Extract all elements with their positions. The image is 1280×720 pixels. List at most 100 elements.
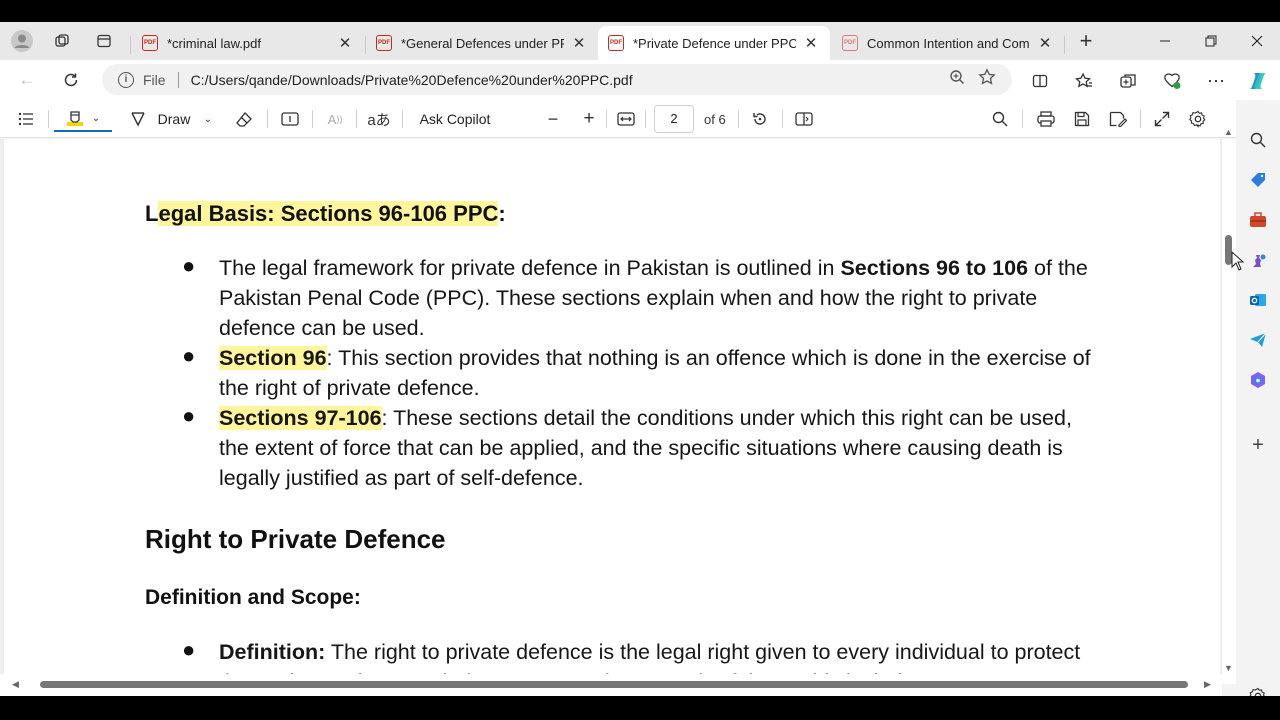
ask-copilot-button[interactable]: Ask Copilot	[414, 106, 496, 132]
pdf-page: Legal Basis: Sections 96-106 PPC: ● The …	[4, 139, 1220, 684]
page-number-input[interactable]: 2	[654, 105, 694, 133]
save-as-icon[interactable]	[1106, 106, 1130, 132]
chevron-down-icon[interactable]: ⌄	[200, 106, 216, 132]
highlight-button[interactable]: ⌄	[54, 106, 112, 132]
draw-icon[interactable]	[126, 106, 150, 132]
more-options-icon[interactable]: ⋯	[1202, 68, 1230, 94]
tab-label: Common Intention and Commo	[867, 35, 1030, 51]
shopping-tag-icon[interactable]	[1247, 169, 1269, 191]
favorite-star-icon[interactable]	[972, 68, 1002, 91]
pdf-file-icon: PDF	[142, 35, 158, 51]
highlighted-text: egal Basis: Sections 96-106 PPC	[158, 201, 499, 226]
scroll-right-arrow-icon[interactable]: ▶	[1204, 679, 1211, 690]
rotate-icon[interactable]	[748, 106, 772, 132]
save-icon[interactable]	[1070, 106, 1094, 132]
pdf-viewer[interactable]: Legal Basis: Sections 96-106 PPC: ● The …	[0, 139, 1222, 684]
toolbar-separator	[267, 110, 268, 128]
edge-sidebar: +	[1236, 100, 1280, 696]
back-button[interactable]: ←	[12, 66, 42, 94]
zoom-icon[interactable]	[942, 69, 972, 90]
paragraph-text: The legal framework for private defence …	[219, 256, 841, 280]
highlighted-text: Sections 97-106	[219, 406, 382, 430]
send-telegram-icon[interactable]	[1247, 329, 1269, 351]
bold-text: Definition:	[219, 640, 326, 664]
translate-icon[interactable]: aあ	[366, 106, 392, 132]
settings-gear-icon[interactable]	[1186, 106, 1210, 132]
bullet-icon: ●	[182, 343, 196, 368]
tab-general-defences[interactable]: PDF *General Defences under PPC.p ✕	[366, 26, 598, 60]
tab-separator	[1064, 36, 1065, 54]
games-chess-icon[interactable]	[1247, 249, 1269, 271]
refresh-button[interactable]	[56, 66, 86, 94]
table-of-contents-icon[interactable]	[14, 106, 38, 132]
close-tab-icon[interactable]: ✕	[570, 34, 588, 52]
text-box-icon[interactable]	[278, 106, 302, 132]
tab-criminal-law[interactable]: PDF *criminal law.pdf ✕	[132, 26, 364, 60]
horizontal-scroll-thumb[interactable]	[40, 681, 1188, 688]
close-tab-icon[interactable]: ✕	[1036, 34, 1054, 52]
office-icon[interactable]	[1247, 369, 1269, 391]
profile-avatar[interactable]	[8, 28, 36, 54]
toolbar-separator	[782, 110, 783, 128]
scheme-label: File	[143, 71, 166, 88]
add-sidebar-app-button[interactable]: +	[1247, 434, 1269, 456]
new-tab-button[interactable]: +	[1072, 28, 1100, 54]
tab-label: *Private Defence under PPC.pdf	[633, 35, 796, 51]
zoom-out-button[interactable]: −	[542, 106, 564, 132]
url-text[interactable]: C:/Users/qande/Downloads/Private%20Defen…	[191, 72, 942, 88]
scroll-up-arrow-icon[interactable]: ▲	[1224, 127, 1233, 137]
right-to-private-defence-heading: Right to Private Defence	[145, 524, 446, 554]
read-aloud-icon[interactable]: A))	[322, 106, 348, 132]
eraser-icon[interactable]	[232, 106, 256, 132]
outlook-icon[interactable]	[1247, 289, 1269, 311]
bold-text: Sections 96 to 106	[840, 256, 1029, 280]
tools-briefcase-icon[interactable]	[1247, 209, 1269, 231]
close-tab-icon[interactable]: ✕	[802, 34, 820, 52]
info-icon[interactable]: i	[118, 71, 134, 88]
tab-label: *criminal law.pdf	[167, 35, 261, 51]
fit-to-width-icon[interactable]	[614, 106, 638, 132]
close-window-button[interactable]	[1234, 26, 1280, 56]
workspaces-icon[interactable]	[48, 28, 76, 54]
draw-label[interactable]: Draw	[154, 106, 194, 132]
tab-strip: PDF *criminal law.pdf ✕ PDF *General Def…	[0, 22, 1280, 60]
heading-text: L	[145, 201, 159, 226]
paragraph-text: : This section provides that nothing is …	[219, 346, 1091, 400]
sidebar-search-icon[interactable]	[1247, 129, 1269, 151]
toolbar-separator	[1140, 110, 1141, 128]
page-view-icon[interactable]	[792, 106, 816, 132]
sidebar-settings-gear-icon[interactable]	[1247, 685, 1269, 696]
pdf-file-icon: PDF	[376, 35, 392, 51]
collections-icon[interactable]	[1114, 68, 1142, 94]
definition-scope-heading: Definition and Scope:	[145, 586, 361, 609]
print-icon[interactable]	[1034, 106, 1058, 132]
toolbar-separator	[356, 110, 357, 128]
toolbar-separator	[1022, 110, 1023, 128]
favorites-icon[interactable]	[1070, 68, 1098, 94]
tab-separator	[130, 36, 131, 54]
address-bar[interactable]: i File C:/Users/qande/Downloads/Private%…	[102, 64, 1012, 95]
close-tab-icon[interactable]: ✕	[336, 34, 354, 52]
minimize-button[interactable]	[1142, 26, 1188, 56]
toolbar-separator	[48, 110, 49, 128]
horizontal-scrollbar[interactable]: ◀ ▶	[0, 674, 1222, 696]
toolbar-separator	[645, 110, 646, 128]
fullscreen-icon[interactable]	[1150, 106, 1174, 132]
zoom-in-button[interactable]: +	[578, 106, 600, 132]
legal-basis-heading: Legal Basis: Sections 96-106 PPC:	[145, 201, 506, 227]
bullet-icon: ●	[182, 403, 196, 428]
scroll-down-arrow-icon[interactable]: ▼	[1224, 663, 1233, 673]
tab-private-defence[interactable]: PDF *Private Defence under PPC.pdf ✕	[598, 26, 830, 60]
restore-button[interactable]	[1188, 26, 1234, 56]
vertical-scrollbar[interactable]: ▲ ▼	[1222, 127, 1236, 684]
split-screen-icon[interactable]	[1026, 68, 1054, 94]
chevron-down-icon[interactable]: ⌄	[92, 113, 100, 124]
copilot-icon[interactable]	[1244, 68, 1272, 94]
tab-common-intention[interactable]: PDF Common Intention and Commo ✕	[832, 26, 1064, 60]
scroll-left-arrow-icon[interactable]: ◀	[12, 679, 19, 690]
search-icon[interactable]	[988, 106, 1012, 132]
browser-essentials-icon[interactable]	[1158, 68, 1186, 94]
tab-actions-icon[interactable]	[90, 28, 118, 54]
mouse-cursor-icon	[1231, 250, 1245, 271]
bullet-paragraph: Section 96: This section provides that n…	[219, 343, 1099, 403]
